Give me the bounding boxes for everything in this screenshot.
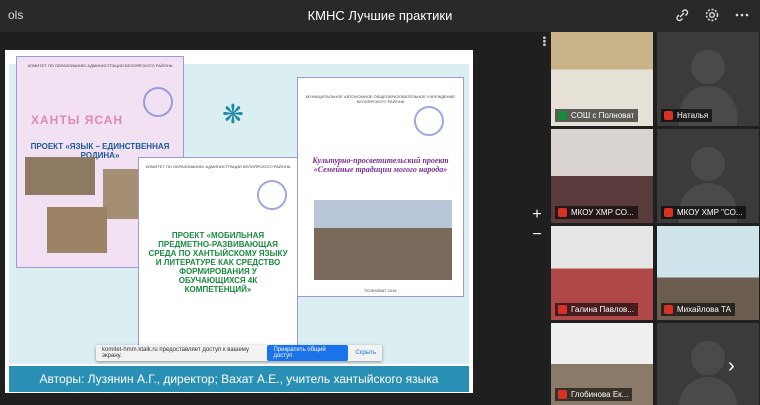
participant-tile[interactable]: [657, 323, 759, 405]
more-horizontal-icon[interactable]: [734, 7, 750, 23]
link-icon[interactable]: [674, 7, 690, 23]
doc2-project-title: ПРОЕКТ «МОБИЛЬНАЯ ПРЕДМЕТНО-РАЗВИВАЮЩАЯ …: [148, 231, 288, 294]
window-title: КМНС Лучшие практики: [307, 8, 453, 23]
participant-name-label: Галина Павлов...: [555, 303, 638, 316]
document-cover-3: МУНИЦИПАЛЬНОЕ АВТОНОМНОЕ ОБЩЕОБРАЗОВАТЕЛ…: [297, 77, 464, 297]
document-cover-2: КОМИТЕТ ПО ОБРАЗОВАНИЮ АДМИНИСТРАЦИИ БЕЛ…: [138, 157, 298, 355]
avatar: [691, 50, 725, 84]
doc3-group-photo: [314, 200, 452, 280]
zoom-out-button[interactable]: −: [529, 227, 545, 244]
stop-sharing-button[interactable]: Прекратить общий доступ: [267, 345, 348, 361]
participant-tile[interactable]: Галина Павлов...: [551, 226, 653, 320]
participant-tile[interactable]: СОШ с Полноват: [551, 32, 653, 126]
title-bar: ols КМНС Лучшие практики: [0, 0, 760, 32]
participant-name-label: Наталья: [661, 109, 713, 122]
doc1-photo-1: [25, 157, 95, 195]
doc3-header: МУНИЦИПАЛЬНОЕ АВТОНОМНОЕ ОБЩЕОБРАЗОВАТЕЛ…: [305, 94, 456, 104]
participant-name-label: СОШ с Полноват: [555, 109, 639, 122]
participant-grid: СОШ с Полноват Наталья МКОУ ХМР СО... МК…: [551, 32, 760, 405]
participant-name-label: Михайлова ТА: [661, 303, 735, 316]
participant-tile[interactable]: Михайлова ТА: [657, 226, 759, 320]
stamp-icon: [143, 87, 173, 117]
slide-authors: Авторы: Лузянин А.Г., директор; Вахат А.…: [9, 366, 469, 392]
screen-share-notification: komitet-hmm.ktalk.ru предоставляет досту…: [96, 345, 382, 361]
participant-tile[interactable]: МКОУ ХМР СО...: [551, 129, 653, 223]
avatar: [691, 341, 725, 375]
stamp-icon: [414, 106, 444, 136]
snowflake-ornament-icon: ❋: [222, 99, 244, 129]
doc2-header: КОМИТЕТ ПО ОБРАЗОВАНИЮ АДМИНИСТРАЦИИ БЕЛ…: [145, 164, 291, 169]
participant-name-label: Глобинова Ек...: [555, 388, 633, 401]
zoom-in-button[interactable]: +: [529, 207, 545, 224]
participant-tile[interactable]: Наталья: [657, 32, 759, 126]
participant-name-label: МКОУ ХМР СО...: [555, 206, 638, 219]
stamp-icon: [257, 180, 287, 210]
doc1-photo-3: [47, 207, 107, 253]
more-vertical-icon[interactable]: •••: [538, 36, 549, 47]
notification-text: komitet-hmm.ktalk.ru предоставляет досту…: [102, 347, 250, 359]
participant-tile[interactable]: Глобинова Ек...: [551, 323, 653, 405]
avatar: [691, 147, 725, 181]
gear-icon[interactable]: [704, 7, 720, 23]
doc1-header: КОМИТЕТ ПО ОБРАЗОВАНИЮ АДМИНИСТРАЦИИ БЕЛ…: [27, 63, 173, 68]
doc1-watermark: ХАНТЫ ЯСАН: [31, 113, 124, 127]
next-page-button[interactable]: ›: [728, 355, 735, 378]
doc3-project-title: Культурно-просветительский проект «Семей…: [312, 156, 449, 174]
participant-name-label: МКОУ ХМР "СО...: [661, 206, 747, 219]
participant-tile[interactable]: МКОУ ХМР "СО...: [657, 129, 759, 223]
hide-notification-button[interactable]: Скрыть: [356, 350, 376, 356]
doc3-footer: ПОЛНОВАТ 2016: [364, 288, 397, 293]
